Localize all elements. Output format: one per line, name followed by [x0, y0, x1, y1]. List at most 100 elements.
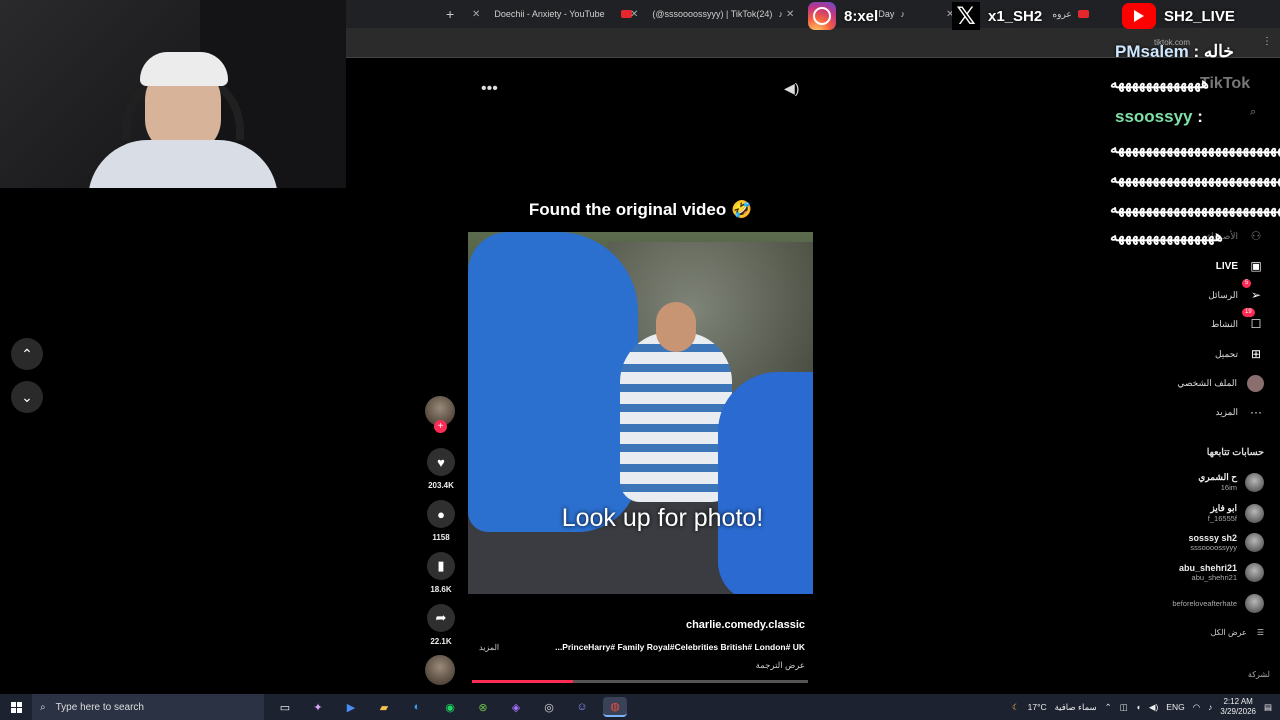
xbox-icon[interactable]: ⊗ [471, 697, 495, 717]
microphone-icon[interactable]: ◖ [1136, 702, 1141, 712]
weather-status[interactable]: سماء صافية [1055, 702, 1097, 713]
chat-line: هههههههههههههههههههههههههه [1110, 140, 1280, 157]
volume-icon[interactable]: ◀) [1149, 702, 1158, 713]
youtube-icon [1077, 10, 1089, 18]
system-tray: ☾ 17°C سماء صافية ⌃ ◫ ◖ ◀) ENG ◠ ♪ 2:12 … [1012, 694, 1280, 720]
browser-tab[interactable]: ✕ (@sssoooossyyy) | TikTok(24) ♪ [630, 0, 783, 28]
chevron-up-icon: ⌃ [21, 345, 33, 362]
chat-line: هههههههههههههههههههههههههه [1110, 200, 1280, 217]
account-avatar [1245, 503, 1264, 523]
obs-icon[interactable]: ◎ [537, 697, 561, 717]
browser-tab[interactable]: ✕ Doechii - Anxiety - YouTube [472, 0, 632, 28]
chat-line: هههههههههههههههه [1110, 228, 1223, 245]
like-count: 203.4K [428, 481, 454, 490]
bookmark-icon: ▮ [427, 552, 455, 580]
tiktok-icon: ♪ [900, 9, 905, 19]
comment-icon: ● [427, 500, 455, 528]
save-button[interactable]: ▮ 18.6K [426, 552, 456, 594]
chevron-up-icon[interactable]: ⌃ [1105, 702, 1112, 713]
close-icon[interactable]: ✕ [630, 9, 638, 20]
twitch-icon[interactable]: ◈ [504, 697, 528, 717]
activity-badge: 19 [1242, 308, 1255, 317]
messages-badge: 5 [1242, 279, 1252, 288]
sidebar-item-activity[interactable]: النشاط ☐ 19 [1211, 308, 1264, 334]
search-icon[interactable]: ⌕ [1250, 106, 1256, 119]
windows-taskbar: ⌕ Type here to search ▭ ✦ ▶ ▰ ◐ ◉ ⊗ ◈ ◎ … [0, 694, 1280, 720]
chrome-icon[interactable]: ◍ [603, 697, 627, 717]
comment-button[interactable]: ● 1158 [426, 500, 456, 542]
webcam-overlay [0, 0, 346, 188]
network-icon[interactable]: ◫ [1120, 702, 1128, 713]
notification-icon[interactable]: ▤ [1264, 702, 1272, 713]
like-button[interactable]: ♥ 203.4K [426, 448, 456, 490]
windows-logo-icon [10, 701, 22, 713]
search-icon: ⌕ [40, 701, 46, 713]
sound-avatar[interactable] [425, 655, 455, 685]
followed-account[interactable]: ح الشمري 16im [1198, 472, 1264, 492]
see-translation-link[interactable]: عرض الترجمة [468, 660, 805, 671]
discord-icon[interactable]: ☺ [570, 697, 594, 717]
next-video-button[interactable]: ⌄ [11, 381, 43, 413]
x-handle: 𝕏 x1_SH2 [952, 2, 1042, 30]
list-icon: ☰ [1256, 628, 1264, 637]
followed-account[interactable]: beforeloveafterhate [1172, 594, 1264, 613]
wifi-icon[interactable]: ◠ [1193, 702, 1200, 713]
account-avatar [1245, 472, 1264, 492]
new-tab-button[interactable]: + [446, 6, 454, 22]
more-dots-icon: ··· [1250, 405, 1262, 419]
more-link[interactable]: المزيد [479, 643, 499, 652]
company-link[interactable]: لشركة [1248, 670, 1270, 679]
account-avatar [1245, 594, 1264, 613]
spotify-icon[interactable]: ◉ [438, 697, 462, 717]
sidebar-item-messages[interactable]: الرسائل ➢ 5 [1208, 279, 1264, 305]
friends-icon: ⚇ [1250, 229, 1262, 243]
tiktok-icon: ♪ [778, 9, 783, 19]
followed-account[interactable]: abu_shehri21 abu_shehri21 [1179, 563, 1264, 582]
youtube-icon [1122, 3, 1156, 29]
activity-icon: ☐ 19 [1242, 308, 1264, 331]
send-icon: ➢ 5 [1242, 279, 1264, 302]
chat-message: PMsalem : خاله [1115, 42, 1234, 61]
speaker-icon[interactable]: ♪ [1208, 702, 1212, 712]
followed-account[interactable]: ابو فايز f_16555f [1208, 503, 1264, 523]
instagram-icon [808, 2, 836, 30]
share-icon: ➦ [427, 604, 455, 632]
video-hashtags[interactable]: ...PrinceHarry# Family Royal#Celebrities… [520, 642, 805, 652]
taskbar-search-box[interactable]: ⌕ Type here to search [32, 694, 264, 720]
follow-plus-icon[interactable]: + [434, 420, 447, 433]
sidebar-item-more[interactable]: المزيد ··· [1215, 402, 1264, 422]
close-icon[interactable]: ✕ [472, 9, 480, 20]
sidebar-item-upload[interactable]: تحميل ⊞ [1215, 344, 1264, 364]
close-icon[interactable]: ✕ [786, 9, 794, 20]
chevron-down-icon: ⌄ [21, 388, 33, 405]
video-title: Found the original video 🤣 [528, 200, 753, 219]
copilot-icon[interactable]: ✦ [306, 697, 330, 717]
edge-icon[interactable]: ◐ [405, 697, 429, 717]
video-progress-bar[interactable] [472, 680, 808, 683]
see-all-link[interactable]: عرض الكل ☰ [1211, 628, 1264, 637]
clock[interactable]: 2:12 AM 3/29/2026 [1220, 697, 1256, 717]
sidebar-item-live[interactable]: LIVE ▣ [1216, 256, 1264, 276]
task-view-icon[interactable]: ▭ [273, 697, 297, 717]
video-author[interactable]: charlie.comedy.classic [468, 619, 805, 631]
followed-account[interactable]: sosssy sh2 sssoooossyyy [1188, 533, 1264, 552]
chat-line: هههههههههههههههههههههههههه [1110, 170, 1280, 187]
language-indicator[interactable]: ENG [1166, 702, 1184, 712]
share-button[interactable]: ➦ 22.1K [426, 604, 456, 646]
following-accounts-title: حسابات تتابعها [1206, 447, 1264, 458]
start-button[interactable] [0, 694, 32, 720]
play-store-icon[interactable]: ▶ [339, 697, 363, 717]
chat-line: هههههههههههههه [1110, 75, 1209, 92]
youtube-handle: SH2_LIVE [1122, 3, 1235, 29]
browser-menu-icon[interactable]: ⋮ [1262, 36, 1272, 47]
file-explorer-icon[interactable]: ▰ [372, 697, 396, 717]
comment-count: 1158 [432, 533, 450, 542]
instagram-handle: 8:xel [808, 2, 878, 30]
temperature: 17°C [1027, 702, 1047, 712]
video-player[interactable]: Look up for photo! [468, 232, 813, 594]
previous-video-button[interactable]: ⌃ [11, 338, 43, 370]
volume-icon[interactable]: ◀) [784, 80, 799, 97]
sidebar-item-profile[interactable]: الملف الشخصي [1177, 373, 1264, 393]
save-count: 18.6K [430, 585, 452, 594]
more-options-icon[interactable]: ••• [481, 80, 498, 98]
